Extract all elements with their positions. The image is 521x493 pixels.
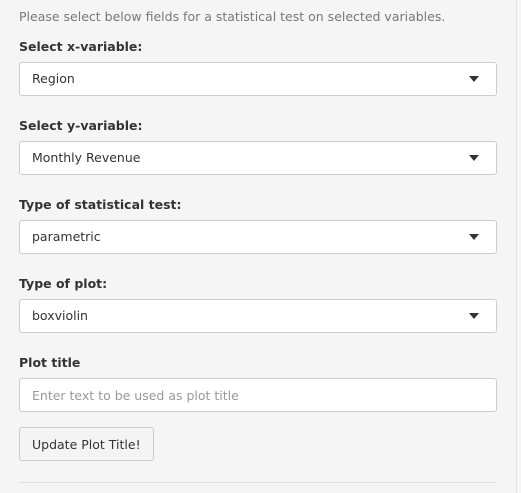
chevron-down-icon xyxy=(469,76,479,82)
intro-text: Please select below fields for a statist… xyxy=(19,9,446,24)
sidebar-panel: Please select below fields for a statist… xyxy=(0,0,517,493)
plot-type-label: Type of plot: xyxy=(19,276,108,291)
plot-title-input[interactable] xyxy=(19,378,497,412)
test-type-select[interactable]: parametric xyxy=(19,220,497,254)
chevron-down-icon xyxy=(469,155,479,161)
y-variable-label: Select y-variable: xyxy=(19,118,143,133)
y-variable-select[interactable]: Monthly Revenue xyxy=(19,141,497,175)
x-variable-label: Select x-variable: xyxy=(19,39,143,54)
test-type-label: Type of statistical test: xyxy=(19,197,182,212)
update-plot-title-button[interactable]: Update Plot Title! xyxy=(19,427,154,461)
chevron-down-icon xyxy=(469,313,479,319)
y-variable-value: Monthly Revenue xyxy=(32,150,141,165)
plot-type-select[interactable]: boxviolin xyxy=(19,299,497,333)
plot-title-label: Plot title xyxy=(19,355,81,370)
test-type-value: parametric xyxy=(32,229,101,244)
chevron-down-icon xyxy=(469,234,479,240)
x-variable-value: Region xyxy=(32,71,75,86)
x-variable-select[interactable]: Region xyxy=(19,62,497,96)
divider xyxy=(19,482,497,483)
plot-type-value: boxviolin xyxy=(32,308,88,323)
